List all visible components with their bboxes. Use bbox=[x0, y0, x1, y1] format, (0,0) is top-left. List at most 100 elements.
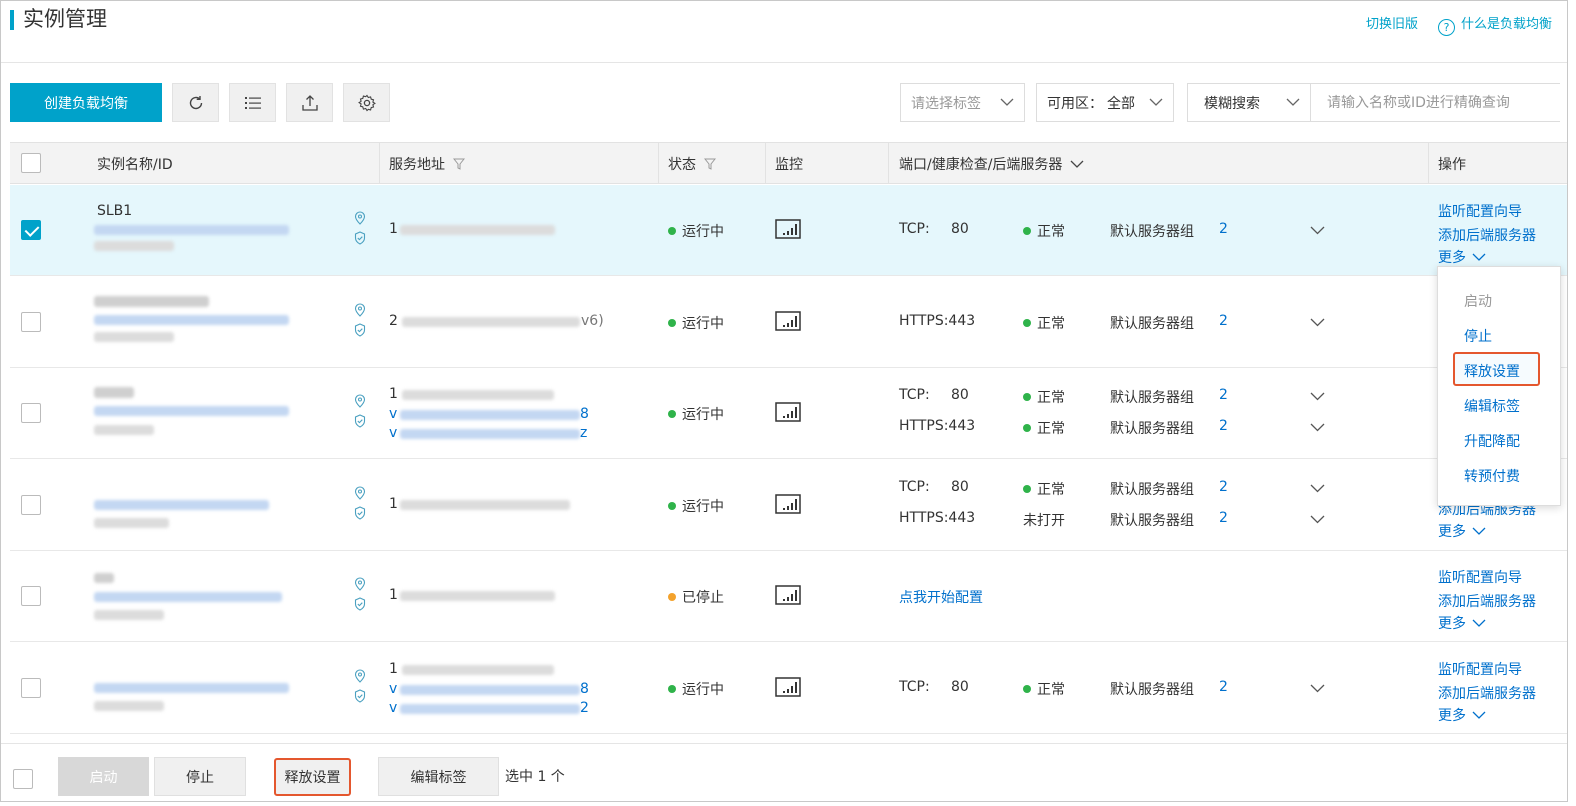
more-menu-toggle[interactable]: 更多 bbox=[1438, 521, 1486, 541]
chevron-down-icon[interactable] bbox=[1310, 684, 1325, 693]
refresh-button[interactable] bbox=[172, 83, 219, 122]
address-link[interactable]: v bbox=[389, 406, 397, 422]
menu-item-release-settings[interactable]: 释放设置 bbox=[1464, 361, 1520, 381]
shield-icon[interactable] bbox=[354, 231, 366, 245]
table-row[interactable]: 1 v 8 v z 运行中 TCP: 80 正常 默认服务器组 2 HTTPS:… bbox=[10, 368, 1567, 459]
shield-icon[interactable] bbox=[354, 323, 366, 337]
monitor-chart-icon[interactable] bbox=[775, 677, 801, 697]
row-checkbox[interactable] bbox=[21, 403, 41, 423]
start-config-link[interactable]: 点我开始配置 bbox=[899, 587, 983, 607]
backend-count-link[interactable]: 2 bbox=[1219, 679, 1228, 695]
address-link[interactable]: v bbox=[389, 681, 397, 697]
stop-button[interactable]: 停止 bbox=[154, 757, 246, 796]
chevron-down-icon[interactable] bbox=[1310, 423, 1325, 432]
address-link[interactable]: v bbox=[389, 425, 397, 441]
location-icon[interactable] bbox=[354, 577, 366, 591]
chevron-down-icon[interactable] bbox=[1310, 318, 1325, 327]
column-status[interactable]: 状态 bbox=[668, 154, 717, 174]
edit-tags-button[interactable]: 编辑标签 bbox=[378, 757, 499, 796]
table-row[interactable]: 1 运行中 TCP: 80 正常 默认服务器组 2 HTTPS:443 未打开 … bbox=[10, 460, 1567, 551]
row-checkbox[interactable] bbox=[21, 495, 41, 515]
menu-item-convert-prepaid[interactable]: 转预付费 bbox=[1464, 466, 1520, 486]
row-checkbox[interactable] bbox=[21, 312, 41, 332]
table-row[interactable]: 2 v6) 运行中 HTTPS:443 正常 默认服务器组 2 bbox=[10, 277, 1567, 368]
address-link-tail[interactable]: 2 bbox=[580, 700, 589, 716]
create-load-balancer-button[interactable]: 创建负载均衡 bbox=[10, 83, 162, 122]
filter-icon[interactable] bbox=[453, 158, 466, 170]
chevron-down-icon[interactable] bbox=[1310, 392, 1325, 401]
backend-count-link[interactable]: 2 bbox=[1219, 418, 1228, 434]
more-menu-toggle[interactable]: 更多 bbox=[1438, 705, 1486, 725]
address-link[interactable]: v bbox=[389, 700, 397, 716]
more-menu-toggle[interactable]: 更多 bbox=[1438, 247, 1486, 267]
shield-icon[interactable] bbox=[354, 414, 366, 428]
listener-wizard-link[interactable]: 监听配置向导 bbox=[1438, 567, 1522, 587]
chevron-down-icon[interactable] bbox=[1310, 484, 1325, 493]
redacted-instance-id bbox=[94, 592, 282, 602]
status-running: 运行中 bbox=[668, 679, 724, 699]
location-icon[interactable] bbox=[354, 303, 366, 317]
select-all-checkbox[interactable] bbox=[21, 153, 41, 173]
row-checkbox[interactable] bbox=[21, 586, 41, 606]
menu-item-change-spec[interactable]: 升配降配 bbox=[1464, 431, 1520, 451]
export-button[interactable] bbox=[286, 83, 333, 122]
backend-count-link[interactable]: 2 bbox=[1219, 313, 1228, 329]
menu-item-edit-tags[interactable]: 编辑标签 bbox=[1464, 396, 1520, 416]
monitor-chart-icon[interactable] bbox=[775, 311, 801, 331]
address-link-tail[interactable]: 8 bbox=[580, 681, 589, 697]
location-icon[interactable] bbox=[354, 669, 366, 683]
start-button[interactable]: 启动 bbox=[58, 757, 149, 796]
column-ports[interactable]: 端口/健康检查/后端服务器 bbox=[899, 154, 1084, 174]
footer-select-all-checkbox[interactable] bbox=[13, 769, 33, 789]
location-icon[interactable] bbox=[354, 486, 366, 500]
more-menu-toggle[interactable]: 更多 bbox=[1438, 613, 1486, 633]
chevron-down-icon[interactable] bbox=[1310, 226, 1325, 235]
listener-protocol: HTTPS:443 bbox=[899, 313, 976, 329]
list-view-button[interactable] bbox=[229, 83, 276, 122]
listener-port: 80 bbox=[951, 479, 969, 495]
chevron-down-icon[interactable] bbox=[1070, 159, 1084, 169]
shield-icon[interactable] bbox=[354, 689, 366, 703]
release-settings-button[interactable]: 释放设置 bbox=[274, 758, 351, 796]
add-backend-server-link[interactable]: 添加后端服务器 bbox=[1438, 591, 1536, 611]
monitor-chart-icon[interactable] bbox=[775, 402, 801, 422]
backend-count-link[interactable]: 2 bbox=[1219, 479, 1228, 495]
backend-count-link[interactable]: 2 bbox=[1219, 387, 1228, 403]
search-mode-select[interactable]: 模糊搜索 bbox=[1187, 83, 1311, 122]
redacted-instance-id bbox=[94, 241, 174, 251]
row-checkbox[interactable] bbox=[21, 220, 41, 240]
address-link-tail[interactable]: z bbox=[580, 425, 587, 441]
column-actions: 操作 bbox=[1438, 157, 1466, 173]
tag-select[interactable]: 请选择标签 bbox=[900, 83, 1025, 122]
monitor-chart-icon[interactable] bbox=[775, 585, 801, 605]
switch-old-version-link[interactable]: 切换旧版 bbox=[1366, 13, 1418, 32]
app-frame: 实例管理 切换旧版 ? 什么是负载均衡 创建负载均衡 请选择标签 可用区： 全部 … bbox=[0, 0, 1568, 802]
table-row[interactable]: SLB1 1 运行中 TCP: 80 正常 默认服务器组 2 监听配置向导 添加… bbox=[10, 185, 1567, 276]
menu-item-stop[interactable]: 停止 bbox=[1464, 326, 1492, 346]
shield-icon[interactable] bbox=[354, 597, 366, 611]
row-checkbox[interactable] bbox=[21, 678, 41, 698]
monitor-chart-icon[interactable] bbox=[775, 219, 801, 239]
location-icon[interactable] bbox=[354, 211, 366, 225]
backend-count-link[interactable]: 2 bbox=[1219, 510, 1228, 526]
zone-select[interactable]: 可用区： 全部 bbox=[1036, 83, 1174, 122]
table-row[interactable]: 1 v 8 v 2 运行中 TCP: 80 正常 默认服务器组 2 监听配置向导… bbox=[10, 643, 1567, 734]
filter-icon[interactable] bbox=[704, 158, 717, 170]
chevron-down-icon[interactable] bbox=[1310, 515, 1325, 524]
address-link-tail[interactable]: 8 bbox=[580, 406, 589, 422]
backend-count-link[interactable]: 2 bbox=[1219, 221, 1228, 237]
shield-icon[interactable] bbox=[354, 506, 366, 520]
add-backend-server-link[interactable]: 添加后端服务器 bbox=[1438, 225, 1536, 245]
chevron-down-icon bbox=[1472, 711, 1486, 719]
monitor-chart-icon[interactable] bbox=[775, 494, 801, 514]
listener-wizard-link[interactable]: 监听配置向导 bbox=[1438, 201, 1522, 221]
search-input[interactable] bbox=[1310, 83, 1560, 122]
column-divider bbox=[888, 143, 889, 183]
help-link[interactable]: ? 什么是负载均衡 bbox=[1438, 13, 1552, 36]
add-backend-server-link[interactable]: 添加后端服务器 bbox=[1438, 683, 1536, 703]
column-address[interactable]: 服务地址 bbox=[389, 154, 466, 174]
listener-wizard-link[interactable]: 监听配置向导 bbox=[1438, 659, 1522, 679]
table-row[interactable]: 1 已停止 点我开始配置 监听配置向导 添加后端服务器 更多 bbox=[10, 551, 1567, 642]
location-icon[interactable] bbox=[354, 394, 366, 408]
settings-button[interactable] bbox=[343, 83, 390, 122]
